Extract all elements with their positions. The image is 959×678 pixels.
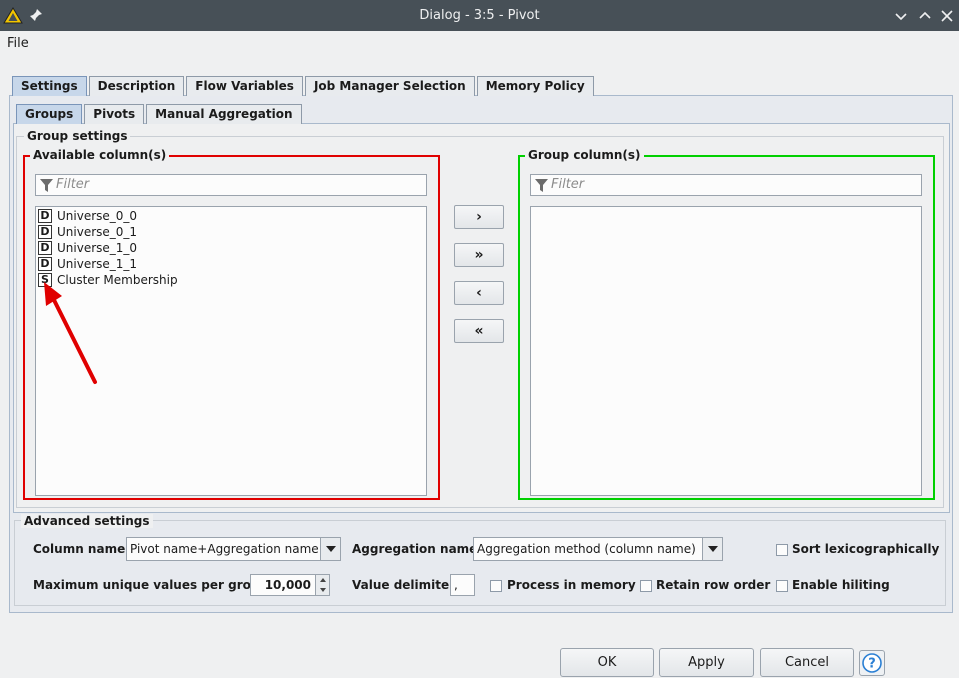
available-columns-legend: Available column(s) bbox=[30, 148, 170, 162]
double-type-icon: D bbox=[38, 257, 52, 271]
sort-lexicographically-label: Sort lexicographically bbox=[792, 542, 940, 556]
apply-button[interactable]: Apply bbox=[659, 648, 754, 677]
group-filter-placeholder: Filter bbox=[551, 177, 585, 192]
close-icon[interactable] bbox=[940, 9, 954, 23]
available-filter-placeholder: Filter bbox=[56, 177, 90, 192]
tab-memory-policy[interactable]: Memory Policy bbox=[476, 76, 594, 96]
tab-description[interactable]: Description bbox=[88, 76, 185, 96]
tab-manual-aggregation[interactable]: Manual Aggregation bbox=[146, 104, 302, 124]
max-unique-values-value: 10,000 bbox=[264, 578, 311, 592]
group-filter-input[interactable]: Filter bbox=[530, 174, 922, 196]
remove-all-button[interactable]: « bbox=[454, 319, 504, 343]
chevron-down-icon bbox=[708, 546, 718, 552]
group-columns-legend: Group column(s) bbox=[525, 148, 644, 162]
column-name-select[interactable]: Pivot name+Aggregation name bbox=[126, 537, 341, 561]
tab-flow-variables[interactable]: Flow Variables bbox=[186, 76, 303, 96]
value-delimiter-label: Value delimiter bbox=[352, 578, 456, 592]
filter-icon bbox=[535, 179, 548, 192]
sort-lexicographically-checkbox[interactable] bbox=[776, 544, 788, 556]
process-in-memory-checkbox[interactable] bbox=[490, 580, 502, 592]
max-unique-values-spinner[interactable]: 10,000 bbox=[250, 574, 330, 596]
tab-groups[interactable]: Groups bbox=[16, 104, 83, 124]
window-title: Dialog - 3:5 - Pivot bbox=[419, 8, 540, 23]
main-tabs: Settings Description Flow Variables Job … bbox=[12, 76, 596, 96]
process-in-memory-label: Process in memory bbox=[507, 578, 636, 592]
spinner-arrows-icon bbox=[320, 578, 326, 592]
chevron-down-icon bbox=[326, 546, 336, 552]
group-settings-legend: Group settings bbox=[24, 129, 131, 143]
aggregation-name-label: Aggregation name: bbox=[352, 542, 483, 556]
advanced-settings-frame bbox=[14, 520, 946, 606]
add-all-button[interactable]: » bbox=[454, 243, 504, 267]
annotation-arrow-icon bbox=[44, 282, 97, 384]
list-item[interactable]: D Universe_1_1 bbox=[38, 256, 137, 272]
double-type-icon: D bbox=[38, 241, 52, 255]
tab-job-manager-selection[interactable]: Job Manager Selection bbox=[304, 76, 475, 96]
double-type-icon: D bbox=[38, 209, 52, 223]
enable-hiliting-label: Enable hiliting bbox=[792, 578, 890, 592]
remove-button[interactable]: ‹ bbox=[454, 281, 504, 305]
menu-bar: File bbox=[0, 31, 959, 57]
value-delimiter-input[interactable]: , bbox=[450, 574, 475, 596]
column-name-label: Column name: bbox=[33, 542, 131, 556]
help-button[interactable]: ? bbox=[859, 650, 885, 676]
column-name-value: Pivot name+Aggregation name bbox=[130, 542, 319, 556]
list-item[interactable]: D Universe_0_1 bbox=[38, 224, 137, 240]
ok-button[interactable]: OK bbox=[560, 648, 654, 677]
title-bar: Dialog - 3:5 - Pivot bbox=[0, 0, 959, 31]
help-icon: ? bbox=[862, 653, 882, 673]
max-unique-values-label: Maximum unique values per group bbox=[33, 578, 269, 592]
maximize-icon[interactable] bbox=[918, 9, 932, 23]
tab-settings[interactable]: Settings bbox=[12, 76, 87, 96]
tab-pivots[interactable]: Pivots bbox=[84, 104, 145, 124]
add-button[interactable]: › bbox=[454, 205, 504, 229]
filter-icon bbox=[40, 179, 53, 192]
available-filter-input[interactable]: Filter bbox=[35, 174, 427, 196]
enable-hiliting-checkbox[interactable] bbox=[776, 580, 788, 592]
double-type-icon: D bbox=[38, 225, 52, 239]
group-columns-list[interactable] bbox=[530, 206, 922, 496]
advanced-settings-legend: Advanced settings bbox=[21, 514, 153, 528]
sub-tabs: Groups Pivots Manual Aggregation bbox=[16, 104, 304, 124]
retain-row-order-label: Retain row order bbox=[656, 578, 771, 592]
retain-row-order-checkbox[interactable] bbox=[640, 580, 652, 592]
cancel-button[interactable]: Cancel bbox=[760, 648, 854, 677]
menu-file[interactable]: File bbox=[7, 36, 29, 51]
aggregation-name-select[interactable]: Aggregation method (column name) bbox=[473, 537, 723, 561]
svg-text:?: ? bbox=[868, 657, 876, 672]
minimize-icon[interactable] bbox=[894, 9, 908, 23]
aggregation-name-value: Aggregation method (column name) bbox=[477, 542, 696, 556]
list-item[interactable]: D Universe_0_0 bbox=[38, 208, 137, 224]
list-item[interactable]: D Universe_1_0 bbox=[38, 240, 137, 256]
